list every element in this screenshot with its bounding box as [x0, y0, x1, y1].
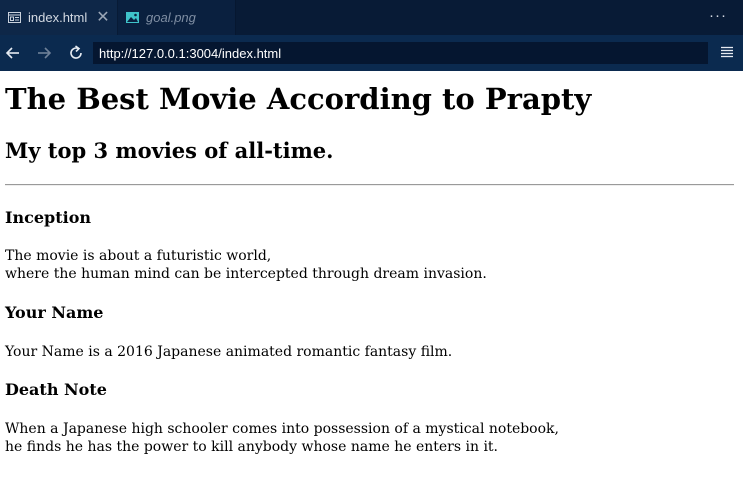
close-icon[interactable]: ✕: [96, 9, 109, 26]
more-actions-icon[interactable]: ···: [709, 7, 727, 24]
forward-arrow-icon[interactable]: [35, 44, 53, 62]
movie-title: Death Note: [5, 380, 107, 399]
page-subtitle: My top 3 movies of all-time.: [5, 138, 334, 163]
movie-title: Your Name: [5, 303, 104, 322]
description-line: Your Name is a 2016 Japanese animated ro…: [5, 344, 453, 360]
movie-description: Your Name is a 2016 Japanese animated ro…: [5, 343, 452, 361]
reload-icon[interactable]: [67, 44, 85, 62]
tab-label: index.html: [28, 10, 88, 25]
address-bar[interactable]: http://127.0.0.1:3004/index.html: [93, 42, 708, 64]
tab-goal-png[interactable]: goal.png: [118, 0, 236, 35]
movie-description: The movie is about a futuristic world, w…: [5, 247, 487, 283]
description-line: When a Japanese high schooler comes into…: [5, 421, 559, 437]
movie-description: When a Japanese high schooler comes into…: [5, 420, 559, 456]
description-line: he finds he has the power to kill anybod…: [5, 439, 499, 455]
tab-label: goal.png: [146, 10, 196, 25]
horizontal-rule: [5, 184, 734, 186]
tab-index-html[interactable]: index.html ✕: [0, 0, 118, 35]
description-line: where the human mind can be intercepted …: [5, 266, 487, 282]
tab-bar: index.html ✕ goal.png ···: [0, 0, 743, 35]
menu-icon[interactable]: [720, 45, 734, 59]
page-content: The Best Movie According to Prapty My to…: [0, 71, 743, 484]
movie-title: Inception: [5, 208, 91, 227]
description-line: The movie is about a futuristic world,: [5, 248, 272, 264]
image-icon: [126, 11, 139, 24]
back-arrow-icon[interactable]: [4, 44, 22, 62]
navigation-bar: http://127.0.0.1:3004/index.html: [0, 35, 743, 71]
url-text: http://127.0.0.1:3004/index.html: [99, 45, 282, 61]
page-title: The Best Movie According to Prapty: [5, 82, 592, 116]
file-code-icon: [8, 11, 21, 24]
